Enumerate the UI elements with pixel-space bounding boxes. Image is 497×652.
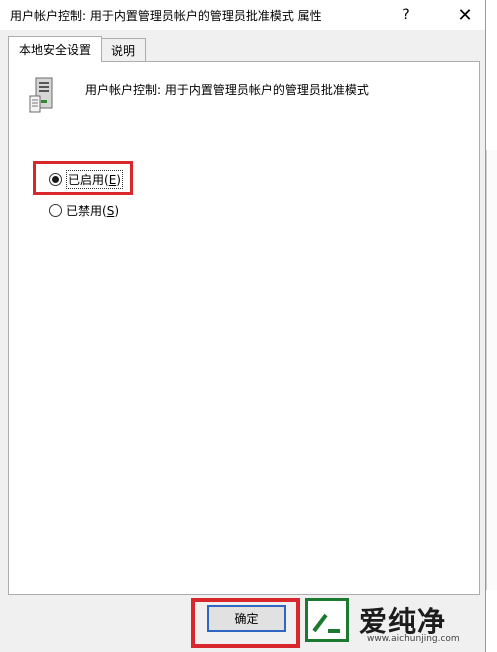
policy-name: 用户帐户控制: 用于内置管理员帐户的管理员批准模式	[85, 83, 369, 97]
tab-panel: 用户帐户控制: 用于内置管理员帐户的管理员批准模式 已启用(E) 已禁用(S)	[8, 61, 480, 595]
server-policy-icon	[29, 77, 53, 113]
window-title: 用户帐户控制: 用于内置管理员帐户的管理员批准模式 属性	[10, 9, 322, 23]
disabled-radio-option[interactable]: 已禁用(S)	[49, 202, 119, 219]
watermark: 爱纯净 www.aichunjing.com	[305, 598, 495, 652]
close-button[interactable]: ✕	[445, 0, 485, 30]
highlight-enabled-box	[33, 161, 133, 195]
disabled-label: 已禁用(S)	[66, 204, 119, 218]
tab-explain[interactable]: 说明	[100, 38, 146, 61]
properties-dialog: 用户帐户控制: 用于内置管理员帐户的管理员批准模式 属性 ? ✕ 本地安全设置 …	[0, 0, 486, 652]
highlight-ok-box	[191, 598, 300, 648]
watermark-logo-icon	[305, 598, 349, 642]
tab-local-security-setting[interactable]: 本地安全设置	[8, 36, 102, 62]
background-window-edge	[486, 150, 497, 590]
title-bar: 用户帐户控制: 用于内置管理员帐户的管理员批准模式 属性 ? ✕	[0, 0, 485, 30]
disabled-radio[interactable]	[49, 204, 62, 217]
help-button[interactable]: ?	[386, 0, 426, 30]
watermark-url: www.aichunjing.com	[367, 634, 460, 644]
